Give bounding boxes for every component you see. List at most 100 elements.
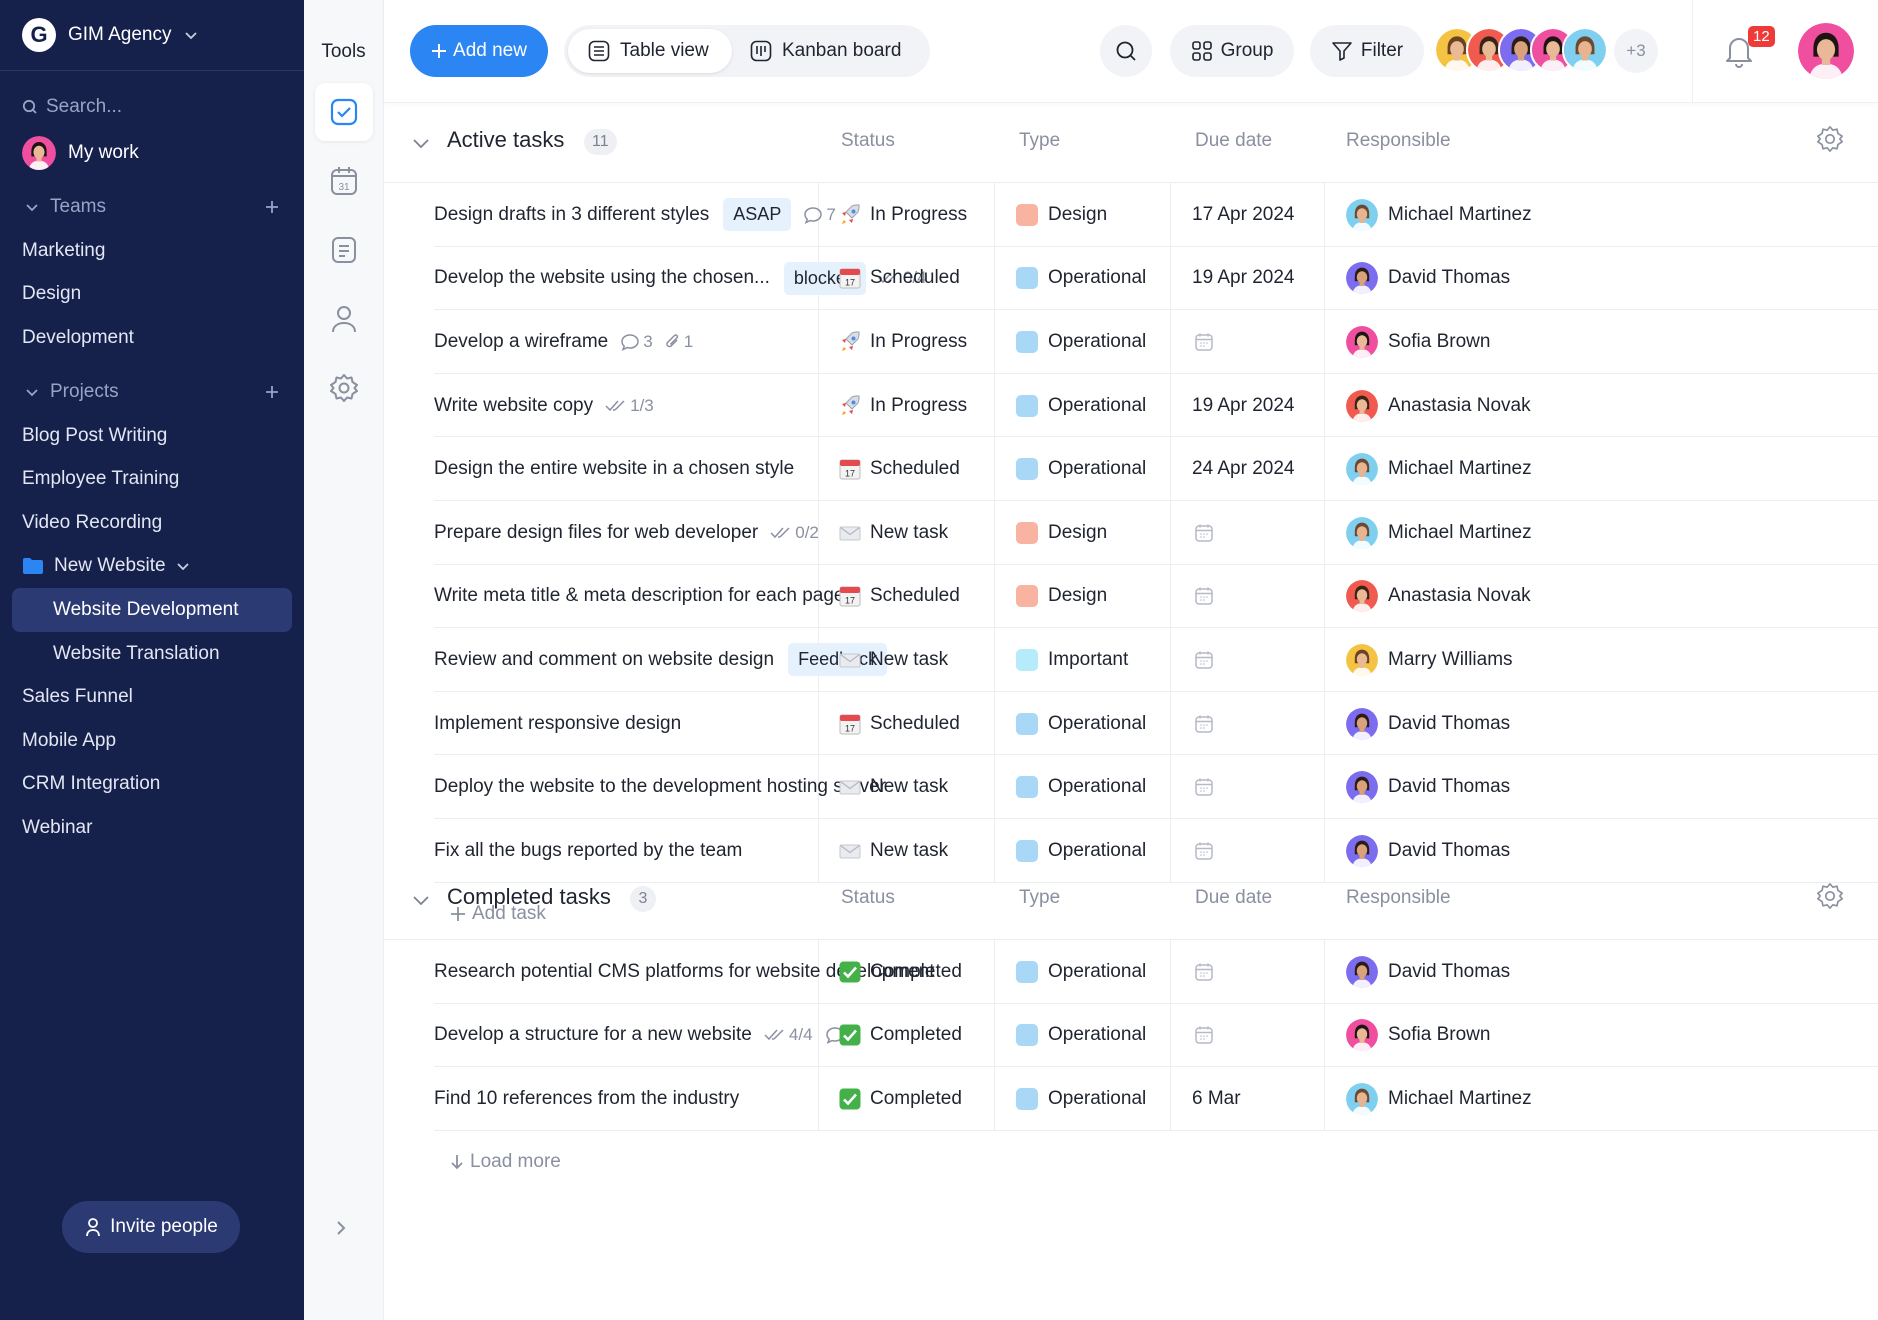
table-row[interactable]: Write website copy 1/3 In Progress Operatio… bbox=[384, 373, 1878, 438]
table-row[interactable]: Find 10 references from the industry Comp… bbox=[384, 1067, 1878, 1131]
table-row[interactable]: Write meta title & meta description for … bbox=[384, 564, 1878, 629]
projects-section-header[interactable]: Projects bbox=[0, 370, 304, 414]
status-cell[interactable]: 17 Scheduled bbox=[838, 247, 960, 311]
table-row[interactable]: Develop the website using the chosen... b… bbox=[384, 246, 1878, 311]
calendar-empty-icon[interactable] bbox=[1194, 1025, 1214, 1045]
type-cell[interactable]: Operational bbox=[1016, 755, 1146, 819]
status-cell[interactable]: Completed bbox=[838, 1004, 962, 1068]
table-row[interactable]: Develop a structure for a new website 4/4… bbox=[384, 1003, 1878, 1068]
responsible-cell[interactable]: David Thomas bbox=[1346, 755, 1510, 819]
type-cell[interactable]: Operational bbox=[1016, 310, 1146, 374]
responsible-cell[interactable]: David Thomas bbox=[1346, 940, 1510, 1004]
task-name-cell[interactable]: Find 10 references from the industry bbox=[434, 1067, 739, 1131]
responsible-cell[interactable]: David Thomas bbox=[1346, 247, 1510, 311]
due-date-cell[interactable] bbox=[1192, 565, 1214, 629]
status-cell[interactable]: In Progress bbox=[838, 374, 967, 438]
calendar-empty-icon[interactable] bbox=[1194, 777, 1214, 797]
table-row[interactable]: Design the entire website in a chosen st… bbox=[384, 437, 1878, 501]
status-cell[interactable]: New task bbox=[838, 755, 948, 819]
column-header-due-date[interactable]: Due date bbox=[1195, 887, 1272, 909]
status-cell[interactable]: 17 Scheduled bbox=[838, 692, 960, 756]
task-tag[interactable]: ASAP bbox=[723, 198, 792, 232]
comments-count[interactable]: 7 bbox=[803, 205, 836, 225]
type-cell[interactable]: Design bbox=[1016, 501, 1107, 565]
tool-people[interactable] bbox=[315, 290, 373, 348]
sidebar-item-project-crm-integration[interactable]: CRM Integration bbox=[0, 763, 304, 807]
sidebar-item-team-development[interactable]: Development bbox=[0, 316, 304, 360]
sidebar-folder-new-website[interactable]: New Website bbox=[0, 545, 304, 589]
type-cell[interactable]: Operational bbox=[1016, 940, 1146, 1004]
table-row[interactable]: Develop a wireframe 3 1 In Progress Operatio… bbox=[384, 310, 1878, 374]
table-row[interactable]: Deploy the website to the development ho… bbox=[384, 755, 1878, 819]
kanban-board-tab[interactable]: Kanban board bbox=[738, 29, 926, 73]
table-row[interactable]: Prepare design files for web developer 0/… bbox=[384, 501, 1878, 565]
type-cell[interactable]: Design bbox=[1016, 565, 1107, 629]
calendar-empty-icon[interactable] bbox=[1194, 962, 1214, 982]
due-date-cell[interactable] bbox=[1192, 1004, 1214, 1068]
due-date-cell[interactable] bbox=[1192, 940, 1214, 1004]
due-date-cell[interactable] bbox=[1192, 310, 1214, 374]
type-cell[interactable]: Important bbox=[1016, 628, 1128, 692]
filter-button[interactable]: Filter bbox=[1310, 25, 1424, 77]
task-name-cell[interactable]: Write meta title & meta description for … bbox=[434, 565, 844, 629]
responsible-cell[interactable]: David Thomas bbox=[1346, 692, 1510, 756]
responsible-cell[interactable]: Michael Martinez bbox=[1346, 501, 1532, 565]
sidebar-item-website-development[interactable]: Website Development bbox=[12, 588, 292, 632]
task-name-cell[interactable]: Deploy the website to the development ho… bbox=[434, 755, 886, 819]
task-name-cell[interactable]: Implement responsive design bbox=[434, 692, 681, 756]
sidebar-item-my-work[interactable]: My work bbox=[0, 131, 304, 175]
column-header-status[interactable]: Status bbox=[841, 130, 895, 152]
calendar-empty-icon[interactable] bbox=[1194, 714, 1214, 734]
column-header-type[interactable]: Type bbox=[1019, 130, 1060, 152]
responsible-cell[interactable]: Sofia Brown bbox=[1346, 1004, 1490, 1068]
sidebar-item-team-marketing[interactable]: Marketing bbox=[0, 229, 304, 273]
task-name-cell[interactable]: Prepare design files for web developer 0/… bbox=[434, 501, 819, 565]
type-cell[interactable]: Operational bbox=[1016, 692, 1146, 756]
sidebar-item-project-mobile-app[interactable]: Mobile App bbox=[0, 719, 304, 763]
attachments-count[interactable]: 1 bbox=[665, 332, 693, 352]
status-cell[interactable]: New task bbox=[838, 628, 948, 692]
status-cell[interactable]: Completed bbox=[838, 940, 962, 1004]
due-date-cell[interactable] bbox=[1192, 628, 1214, 692]
add-project-icon[interactable] bbox=[264, 384, 280, 400]
sidebar-search[interactable]: Search... bbox=[0, 87, 304, 127]
load-more-button[interactable]: Load more bbox=[450, 1151, 561, 1173]
status-cell[interactable]: In Progress bbox=[838, 183, 967, 247]
table-view-tab[interactable]: Table view bbox=[568, 29, 732, 73]
group-button[interactable]: Group bbox=[1170, 25, 1294, 77]
due-date-cell[interactable]: 19 Apr 2024 bbox=[1192, 247, 1294, 311]
team-avatars[interactable] bbox=[1434, 27, 1608, 73]
status-cell[interactable]: 17 Scheduled bbox=[838, 437, 960, 501]
type-cell[interactable]: Operational bbox=[1016, 437, 1146, 501]
task-name-cell[interactable]: Review and comment on website design Feed… bbox=[434, 628, 888, 692]
table-row[interactable]: Design drafts in 3 different styles ASAP 7… bbox=[384, 183, 1878, 247]
column-header-status[interactable]: Status bbox=[841, 887, 895, 909]
sidebar-item-project-employee-training[interactable]: Employee Training bbox=[0, 457, 304, 501]
due-date-cell[interactable] bbox=[1192, 501, 1214, 565]
sidebar-item-website-translation[interactable]: Website Translation bbox=[0, 632, 304, 676]
collapse-completed-tasks-button[interactable] bbox=[412, 894, 430, 912]
sidebar-item-team-design[interactable]: Design bbox=[0, 273, 304, 317]
due-date-cell[interactable] bbox=[1192, 755, 1214, 819]
sidebar-item-project-blog-post-writing[interactable]: Blog Post Writing bbox=[0, 414, 304, 458]
task-name-cell[interactable]: Develop a wireframe 3 1 bbox=[434, 310, 693, 374]
calendar-empty-icon[interactable] bbox=[1194, 523, 1214, 543]
add-team-icon[interactable] bbox=[264, 199, 280, 215]
due-date-cell[interactable]: 19 Apr 2024 bbox=[1192, 374, 1294, 438]
status-cell[interactable]: 17 Scheduled bbox=[838, 565, 960, 629]
calendar-empty-icon[interactable] bbox=[1194, 586, 1214, 606]
responsible-cell[interactable]: Anastasia Novak bbox=[1346, 565, 1531, 629]
search-button[interactable] bbox=[1100, 25, 1152, 77]
due-date-cell[interactable]: 17 Apr 2024 bbox=[1192, 183, 1294, 247]
responsible-cell[interactable]: Michael Martinez bbox=[1346, 437, 1532, 501]
due-date-cell[interactable]: 6 Mar bbox=[1192, 1067, 1241, 1131]
sidebar-item-project-video-recording[interactable]: Video Recording bbox=[0, 501, 304, 545]
tool-calendar[interactable]: 31 bbox=[315, 152, 373, 210]
type-cell[interactable]: Design bbox=[1016, 183, 1107, 247]
type-cell[interactable]: Operational bbox=[1016, 1067, 1146, 1131]
current-user-avatar[interactable] bbox=[1798, 23, 1854, 79]
teams-section-header[interactable]: Teams bbox=[0, 185, 304, 229]
task-name-cell[interactable]: Design drafts in 3 different styles ASAP 7 bbox=[434, 183, 836, 247]
column-header-type[interactable]: Type bbox=[1019, 887, 1060, 909]
responsible-cell[interactable]: Michael Martinez bbox=[1346, 1067, 1532, 1131]
